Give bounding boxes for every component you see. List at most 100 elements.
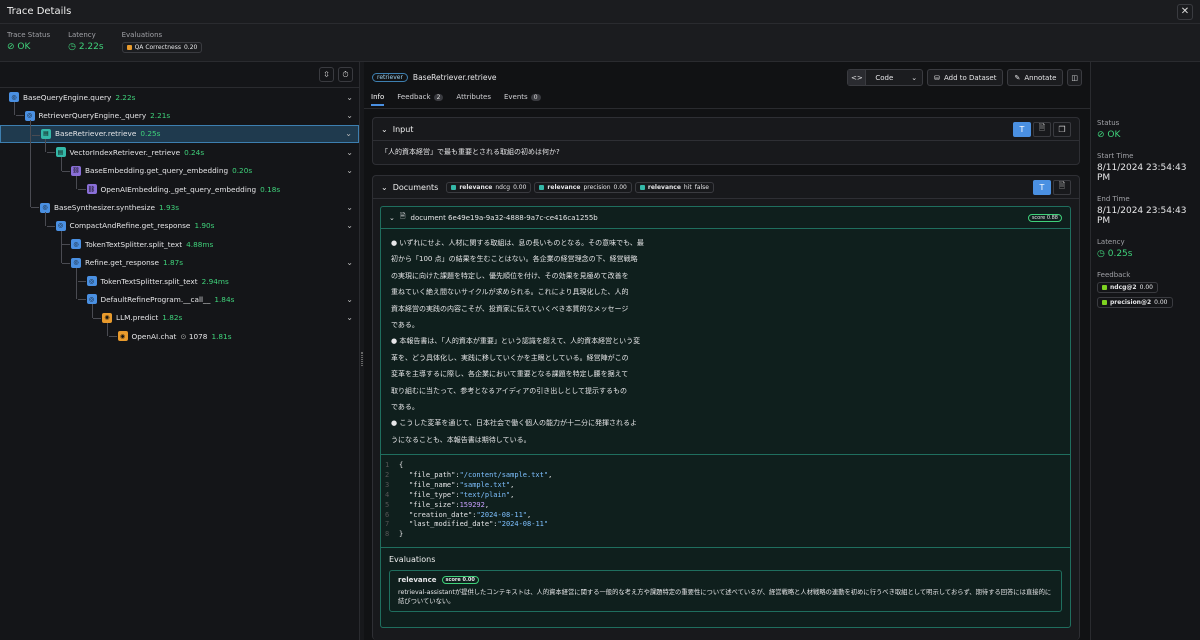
relevance-chip[interactable]: relevance hit false <box>634 181 714 193</box>
span-name: DefaultRefineProgram.__call__ <box>100 294 211 304</box>
span-tree-row[interactable]: ◎ RetrieverQueryEngine._query 2.21s ⌄ <box>0 106 359 124</box>
tree-connector <box>93 317 101 319</box>
tree-toolbar: ⇳ ⏱ <box>0 62 359 88</box>
span-node[interactable]: ◉ OpenAI.chat ⊙ 1078 1.81s <box>117 331 232 342</box>
input-card-header[interactable]: ⌄ Input T 🗎 ❐ <box>373 118 1079 141</box>
text-view-button[interactable]: T <box>1013 121 1031 137</box>
code-line: 3 "file_name": "sample.txt", <box>385 480 515 489</box>
span-duration: 1.93s <box>158 203 180 213</box>
document-view-button[interactable]: 🗎 <box>1033 121 1051 137</box>
code-key: "file_path" <box>409 470 456 479</box>
documents-card-header[interactable]: ⌄ Documents relevance ndcg 0.00 relevance prec… <box>373 176 1079 199</box>
span-tree-row[interactable]: ◎ Refine.get_response 1.87s ⌄ <box>0 254 359 272</box>
pencil-icon: ✎ <box>1014 73 1021 82</box>
tree-connector <box>14 102 15 116</box>
collapse-all-button[interactable]: ⇳ <box>319 67 334 82</box>
add-to-dataset-button[interactable]: ⛁ Add to Dataset <box>927 69 1004 86</box>
chevron-down-icon[interactable]: ⌄ <box>346 148 353 157</box>
annotate-label: Annotate <box>1024 73 1057 82</box>
span-tree-row[interactable]: ⛓ OpenAIEmbedding._get_query_embedding 0.1… <box>0 180 359 198</box>
feedback-name: precision@2 <box>1110 299 1152 306</box>
span-name: LLM.predict <box>116 313 159 323</box>
check-circle-icon: ⊘ <box>7 42 15 52</box>
relevance-chip[interactable]: relevance ndcg 0.00 <box>446 181 532 193</box>
document-header[interactable]: ⌄ 🗎 document 6e49e19a-9a32-4888-9a7c-ce416… <box>381 207 1070 229</box>
timing-toggle-button[interactable]: ⏱ <box>338 67 353 82</box>
span-node[interactable]: ◎ Refine.get_response 1.87s <box>71 257 183 268</box>
copy-button[interactable]: ❐ <box>1053 121 1071 137</box>
token-icon: ⊙ <box>180 331 187 341</box>
span-node[interactable]: ◎ TokenTextSplitter.split_text 2.94ms <box>86 276 229 287</box>
chevron-down-icon[interactable]: ⌄ <box>346 258 353 267</box>
close-button[interactable]: ✕ <box>1177 3 1193 20</box>
span-tree-row[interactable]: ◎ BaseSynthesizer.synthesize 1.93s ⌄ <box>0 198 359 216</box>
document-text-line: 革を、どう具体化し、実践に移していくかを主眼としている。経営陣がこの <box>391 353 629 362</box>
feedback-chip[interactable]: ndcg@2 0.00 <box>1097 282 1158 293</box>
chevron-down-icon[interactable]: ⌄ <box>346 166 353 175</box>
span-kind-badge: retriever <box>372 73 408 82</box>
span-node[interactable]: ◎ CompactAndRefine.get_response 1.90s <box>55 220 215 231</box>
span-node[interactable]: ◎ RetrieverQueryEngine._query 2.21s <box>24 110 170 121</box>
span-node[interactable]: ◎ BaseSynthesizer.synthesize 1.93s <box>40 202 180 213</box>
code-toggle-button[interactable]: <> Code ⌄ <box>847 69 924 86</box>
page-title: Trace Details <box>7 6 72 17</box>
span-duration: 0.18s <box>260 184 281 194</box>
span-duration: 1.90s <box>194 221 215 231</box>
span-tree-row[interactable]: ◎ TokenTextSplitter.split_text 2.94ms <box>0 272 359 290</box>
chevron-down-icon[interactable]: ⌄ <box>345 129 352 138</box>
chevron-down-icon[interactable]: ⌄ <box>346 111 353 120</box>
span-tree-row[interactable]: ◎ DefaultRefineProgram.__call__ 1.84s ⌄ <box>0 290 359 308</box>
latency-label: Latency <box>68 31 96 39</box>
chevron-down-icon[interactable]: ⌄ <box>346 203 353 212</box>
code-key: "creation_date" <box>409 510 473 519</box>
chevron-down-icon[interactable]: ⌄ <box>346 295 353 304</box>
tab-info[interactable]: Info <box>371 93 385 106</box>
chevron-down-icon[interactable]: ⌄ <box>346 93 353 102</box>
span-tree-row[interactable]: ▤ BaseRetriever.retrieve 0.25s ⌄ <box>0 124 359 144</box>
code-key: "file_size" <box>409 500 456 509</box>
span-tree-row[interactable]: ◎ TokenTextSplitter.split_text 4.88ms <box>0 235 359 253</box>
feedback-chip[interactable]: precision@2 0.00 <box>1097 297 1173 308</box>
tab-events[interactable]: Events 0 <box>504 93 541 104</box>
chevron-down-icon[interactable]: ⌄ <box>346 313 353 322</box>
span-title: BaseRetriever.retrieve <box>412 73 497 82</box>
annotate-button[interactable]: ✎ Annotate <box>1007 69 1064 86</box>
span-node[interactable]: ◎ DefaultRefineProgram.__call__ 1.84s <box>86 294 234 305</box>
code-icon: <> <box>848 70 867 85</box>
trace-status-value: OK <box>17 42 31 52</box>
eval-chip[interactable]: QA Correctness 0.20 <box>121 42 203 53</box>
span-node[interactable]: ▤ BaseRetriever.retrieve 0.25s <box>41 128 160 139</box>
span-node[interactable]: ◎ TokenTextSplitter.split_text 4.88ms <box>71 239 213 250</box>
tree-connector <box>91 304 93 318</box>
clock-icon: ◷ <box>1097 249 1105 259</box>
span-tree-row[interactable]: ◎ BaseQueryEngine.query 2.22s ⌄ <box>0 88 359 106</box>
tab-feedback[interactable]: Feedback 2 <box>397 93 444 104</box>
span-node[interactable]: ▤ VectorIndexRetriever._retrieve 0.24s <box>55 147 204 158</box>
feedback-label: Feedback <box>1097 271 1131 279</box>
header-bar: Trace Details ✕ <box>0 0 1200 24</box>
text-view-button[interactable]: T <box>1033 179 1051 195</box>
span-tree-row[interactable]: ◎ CompactAndRefine.get_response 1.90s ⌄ <box>0 217 359 235</box>
span-kind-icon: ◎ <box>86 294 97 305</box>
code-comma: , <box>548 470 553 479</box>
line-number: 6 <box>385 510 390 519</box>
span-node[interactable]: ◎ BaseQueryEngine.query 2.22s <box>9 92 135 103</box>
start-time-label: Start Time <box>1097 152 1134 160</box>
tree-connector <box>32 134 40 136</box>
span-kind-icon: ◎ <box>71 239 81 250</box>
end-time-value: 8/11/2024 23:54:43 PM <box>1097 206 1187 226</box>
tab-attributes[interactable]: Attributes <box>456 93 491 104</box>
span-node[interactable]: ⛓ BaseEmbedding.get_query_embedding 0.20s <box>71 165 252 176</box>
span-node[interactable]: ⛓ OpenAIEmbedding._get_query_embedding 0.1… <box>86 184 281 195</box>
chevron-down-icon[interactable]: ⌄ <box>346 221 353 230</box>
span-tree-row[interactable]: ◉ LLM.predict 1.82s ⌄ <box>0 309 359 327</box>
span-tree-row[interactable]: ▤ VectorIndexRetriever._retrieve 0.24s ⌄ <box>0 143 359 161</box>
span-tree-row[interactable]: ◉ OpenAI.chat ⊙ 1078 1.81s <box>0 327 359 345</box>
database-icon: ⛁ <box>934 73 941 82</box>
document-view-button[interactable]: 🗎 <box>1053 179 1071 195</box>
relevance-chip[interactable]: relevance precision 0.00 <box>534 181 632 193</box>
span-node[interactable]: ◉ LLM.predict 1.82s <box>102 312 182 323</box>
side-panel-toggle-button[interactable]: ◫ <box>1067 69 1082 86</box>
token-count-value: 1078 <box>188 331 208 341</box>
span-tree-row[interactable]: ⛓ BaseEmbedding.get_query_embedding 0.20s ⌄ <box>0 162 359 180</box>
